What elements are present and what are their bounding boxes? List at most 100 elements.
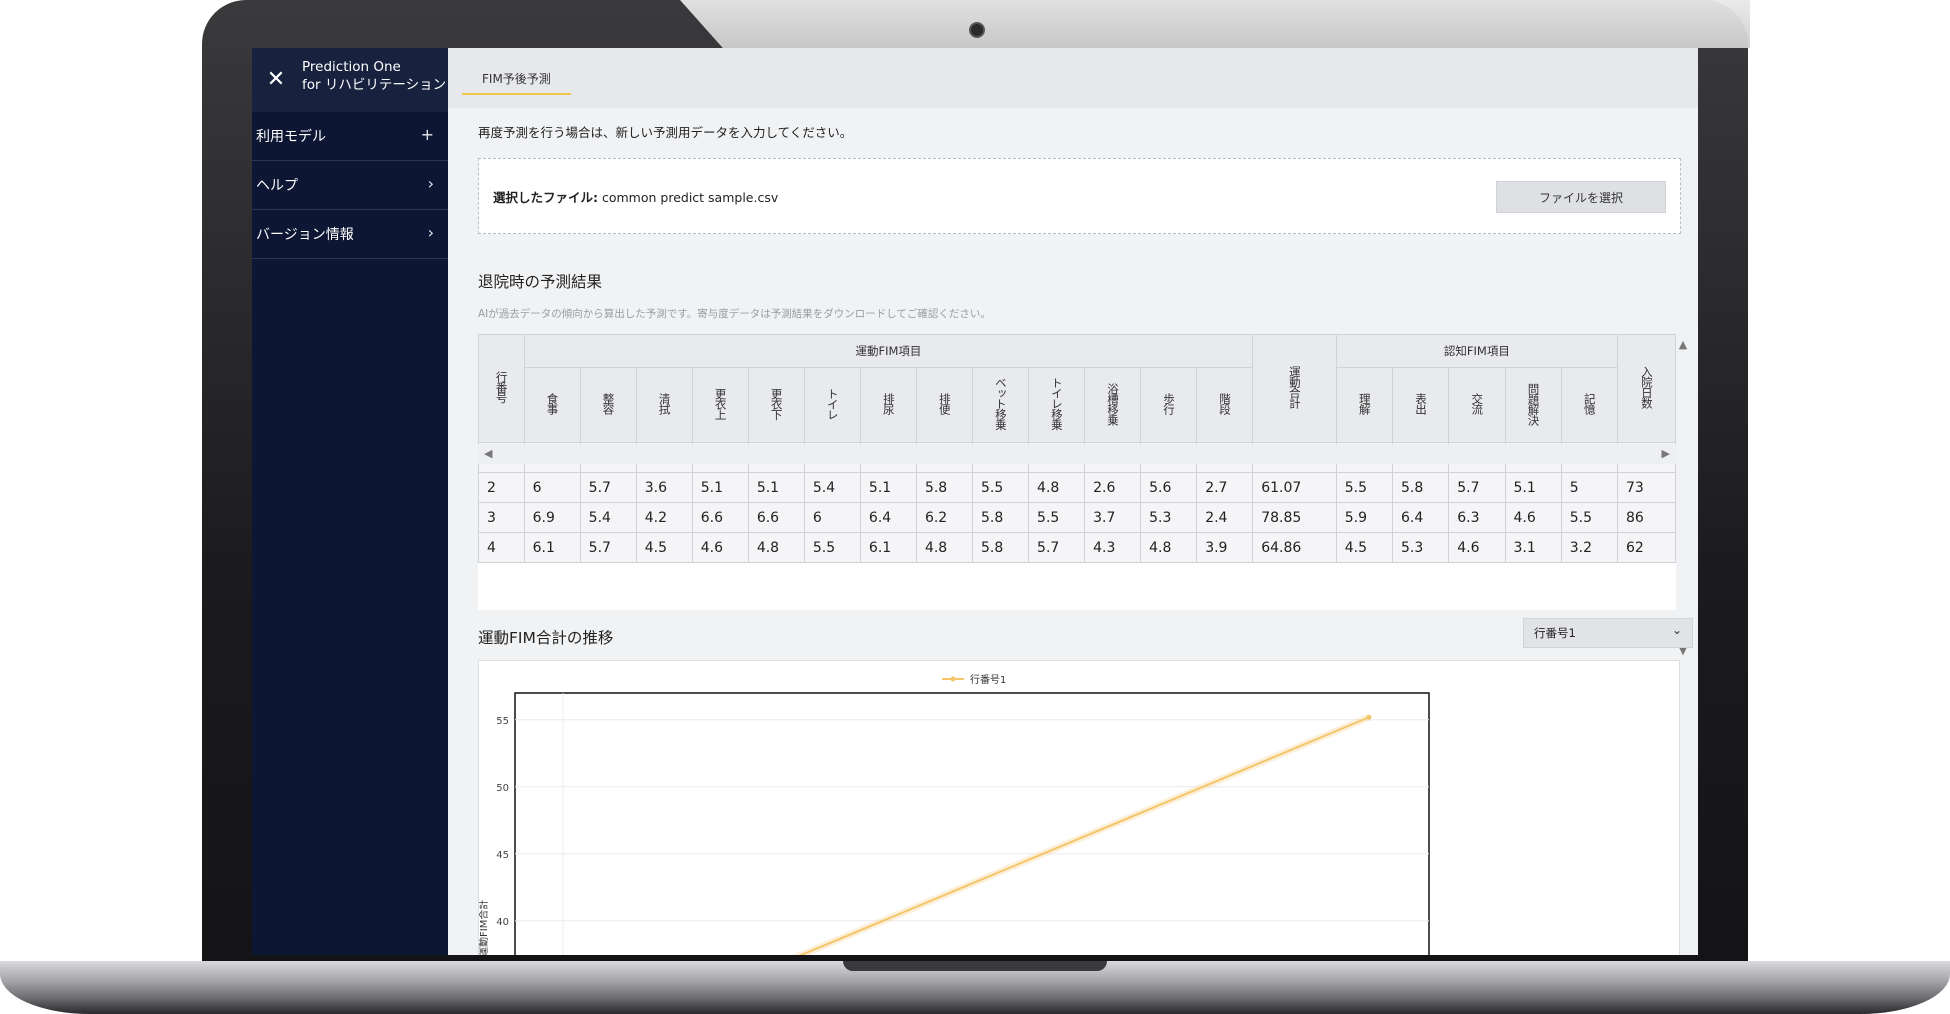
table-cell: 6.2 [915,502,974,533]
col-header-cognitive: 問題解決 [1504,367,1562,443]
scroll-right-icon[interactable]: ▶ [1662,447,1670,460]
col-header-motor-total: 運動合計 [1252,334,1337,443]
table-cell: 5.1 [1504,472,1562,503]
table-cell: 4.8 [1028,472,1086,503]
results-table-wrap: 行番号 運動FIM項目 運動合計 認知FIM項目 入院日数 食事 整容 清拭 更衣上 更衣下 トイレ… [478,334,1687,657]
col-header-motor-label: 歩行 [1161,393,1176,414]
table-cell: 5.1 [747,472,805,503]
tab-fim-prediction[interactable]: FIM予後予測 [462,70,571,95]
table-cell: 3.7 [1084,502,1142,533]
choose-file-button[interactable]: ファイルを選択 [1496,181,1666,213]
col-header-motor-label: 更衣上 [713,387,728,420]
scroll-left-icon[interactable]: ◀ [484,447,492,460]
col-header-cognitive-label: 理解 [1357,393,1372,414]
col-header-motor-total-label: 運動合計 [1287,366,1302,408]
table-cell: 4.5 [1335,532,1394,563]
col-header-motor: 歩行 [1140,367,1198,443]
table-cell: 5.5 [803,532,861,563]
camera-icon [969,22,985,38]
close-icon[interactable]: ✕ [260,64,292,96]
table-cell: 5.7 [579,532,637,563]
table-cell: 4.8 [1140,532,1198,563]
table-cell: 5.8 [971,532,1030,563]
y-tick-label: 50 [496,783,509,794]
col-header-motor: 階段 [1196,367,1254,443]
table-cell: 6.3 [1448,502,1506,533]
col-header-cognitive: 記憶 [1560,367,1619,443]
col-header-motor-label: ベット移乗 [993,377,1008,430]
table-cell: 5.8 [1392,472,1450,503]
table-cell: 5.1 [691,472,749,503]
main-panel: FIM予後予測 再度予測を行う場合は、新しい予測用データを入力してください。 選… [448,48,1698,955]
col-header-cognitive-label: 記憶 [1582,393,1597,414]
table-cell: 2 [478,472,525,503]
table-cell: 6.1 [859,532,917,563]
table-cell: 4.6 [1504,502,1562,533]
table-cell: 5.7 [579,472,637,503]
table-cell: 5.8 [971,502,1030,533]
chevron-right-icon: › [427,174,434,193]
col-header-motor-label: 階段 [1218,393,1233,414]
table-cell: 5.5 [971,472,1030,503]
notice-text: 再度予測を行う場合は、新しい予測用データを入力してください。 [478,125,853,140]
table-cell: 6.4 [859,502,917,533]
col-header-motor-label: 更衣下 [769,387,784,420]
sidebar-item-version[interactable]: バージョン情報 › [252,210,448,259]
trend-title: 運動FIM合計の推移 [478,629,614,647]
table-row: 3 6.9 5.4 4.2 6.6 6.6 6 6.4 6.2 5.8 5.5 3.7 5.3 2.4 78… [478,502,1676,533]
table-cell: 4.5 [635,532,693,563]
col-header-motor-label: 清拭 [657,393,672,414]
results-title: 退院時の予測結果 [478,273,603,291]
table-cell: 5.6 [1140,472,1198,503]
col-header-cognitive-label: 問題解決 [1526,382,1541,425]
table-cell: 6 [523,472,581,503]
sidebar-item-label: 利用モデル [256,129,326,145]
trend-chart: 40 45 50 55 運動FIM合計 行番号1 [478,660,1680,955]
series-point [1366,714,1372,720]
table-cell: 5.4 [803,472,861,503]
row-select-value: 行番号1 [1534,626,1576,640]
table-cell: 4.6 [691,532,749,563]
sidebar-header: ✕ Prediction One for リハビリテーション [252,48,448,112]
sidebar-item-model[interactable]: 利用モデル + [252,112,448,161]
col-header-row-number: 行番号 [478,334,525,443]
table-cell: 4.3 [1084,532,1142,563]
row-select[interactable]: 行番号1 ⌄ [1523,618,1693,648]
vertical-scrollbar[interactable]: ▲ ▼ [1676,334,1690,660]
table-cell: 62 [1617,532,1676,563]
table-cell: 5.5 [1560,502,1619,533]
app-screen: ✕ Prediction One for リハビリテーション 利用モデル + ヘ… [252,48,1698,955]
col-header-motor: トイレ [803,367,861,443]
table-cell: 4.6 [1448,532,1506,563]
legend-label: 行番号1 [970,673,1006,686]
col-header-motor-label: 浴槽移乗 [1105,382,1120,425]
y-tick-label: 55 [496,716,509,727]
horizontal-scrollbar[interactable]: ◀ ▶ [478,444,1676,464]
col-header-days-label: 入院日数 [1639,366,1654,408]
table-cell: 5.3 [1392,532,1450,563]
trend-chart-svg: 40 45 50 55 運動FIM合計 行番号1 [479,673,1430,955]
col-header-cognitive: 交流 [1448,367,1506,443]
app-title: Prediction One for リハビリテーション [302,58,446,94]
col-header-motor-label: 排便 [937,393,952,414]
col-header-cognitive: 表出 [1392,367,1450,443]
col-header-motor: 更衣下 [747,367,805,443]
scroll-up-icon[interactable]: ▲ [1676,338,1690,351]
col-header-motor: 清拭 [635,367,693,443]
file-dropzone[interactable]: 選択したファイル: common predict sample.csv ファイル… [478,158,1681,234]
col-header-motor: 整容 [579,367,637,443]
legend-marker [950,676,956,682]
col-header-motor-label: 整容 [601,393,616,414]
col-header-motor: ベット移乗 [971,367,1030,443]
col-header-cognitive-label: 交流 [1470,393,1485,414]
selected-file-name: common predict sample.csv [601,190,779,205]
table-cell: 64.86 [1252,532,1337,563]
table-cell: 5.7 [1448,472,1506,503]
table-cell: 61.07 [1252,472,1337,503]
table-cell: 4.2 [635,502,693,533]
sidebar-item-help[interactable]: ヘルプ › [252,161,448,210]
col-header-motor-label: トイレ移乗 [1049,377,1064,430]
col-header-motor-label: 食事 [545,393,560,414]
table-row: 4 6.1 5.7 4.5 4.6 4.8 5.5 6.1 4.8 5.8 5.7 4.3 4.8 3.9… [478,532,1676,563]
table-cell: 3.9 [1196,532,1254,563]
